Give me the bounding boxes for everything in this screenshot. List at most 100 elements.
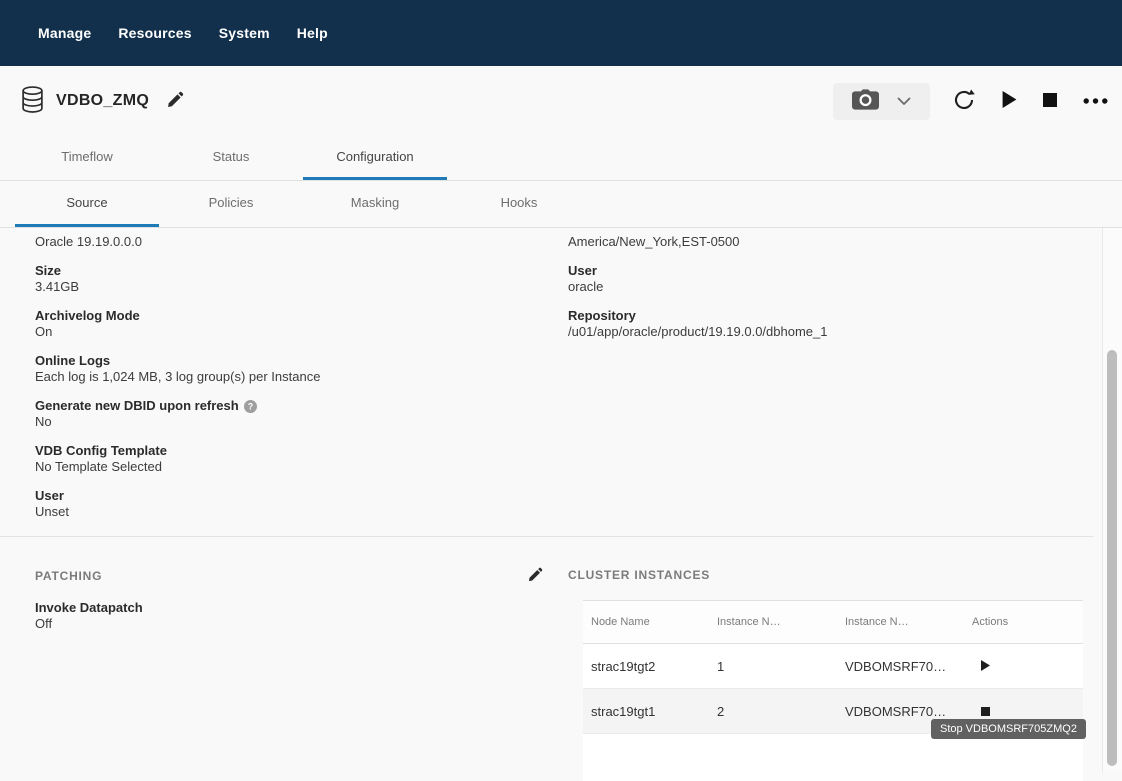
start-instance-button[interactable]	[981, 659, 990, 674]
edit-name-button[interactable]	[167, 91, 184, 111]
table-empty-area	[583, 734, 1083, 781]
configuration-subtabs: Source Policies Masking Hooks	[0, 181, 1122, 228]
field-env-user: User oracle	[568, 263, 1122, 295]
ellipsis-icon	[1083, 94, 1108, 109]
field-label: User	[35, 488, 568, 504]
stop-instance-tooltip: Stop VDBOMSRF705ZMQ2	[931, 719, 1086, 739]
column-header-instance-number: Instance N…	[709, 616, 837, 628]
field-oracle-version: Oracle 19.19.0.0.0	[35, 234, 568, 250]
subtab-masking[interactable]: Masking	[303, 181, 447, 227]
cell-node-name: strac19tgt2	[583, 659, 709, 674]
title-actions	[833, 83, 1108, 120]
section-divider	[0, 536, 1093, 537]
tab-timeflow[interactable]: Timeflow	[15, 136, 159, 180]
field-label: Archivelog Mode	[35, 308, 568, 324]
field-value: 3.41GB	[35, 279, 568, 295]
start-vdb-button[interactable]	[1002, 91, 1017, 111]
field-label: Online Logs	[35, 353, 568, 369]
field-label: Generate new DBID upon refresh	[35, 398, 239, 414]
main-tabs: Timeflow Status Configuration	[0, 136, 1122, 181]
cell-instance-number: 1	[709, 659, 837, 674]
field-archivelog-mode: Archivelog Mode On	[35, 308, 568, 340]
refresh-button[interactable]	[952, 88, 976, 115]
source-right-column: America/New_York,EST-0500 User oracle Re…	[568, 234, 1122, 533]
chevron-down-icon	[897, 94, 911, 109]
help-icon[interactable]: ?	[244, 400, 257, 413]
field-label: Repository	[568, 308, 1122, 324]
field-value: No	[35, 414, 568, 430]
play-icon	[1002, 91, 1017, 111]
stop-icon	[981, 704, 990, 719]
patching-section: PATCHING Invoke Datapatch Off	[35, 567, 568, 781]
field-online-logs: Online Logs Each log is 1,024 MB, 3 log …	[35, 353, 568, 385]
stop-vdb-button[interactable]	[1043, 93, 1057, 110]
field-value: Oracle 19.19.0.0.0	[35, 234, 568, 250]
source-left-column: Oracle 19.19.0.0.0 Size 3.41GB Archivelo…	[35, 234, 568, 533]
patching-section-title: PATCHING	[35, 568, 102, 584]
subtab-source[interactable]: Source	[15, 181, 159, 227]
cluster-instances-section: CLUSTER INSTANCES Node Name Instance N… …	[568, 567, 1122, 781]
play-icon	[981, 659, 990, 674]
page-title: VDBO_ZMQ	[56, 92, 149, 110]
column-header-node-name: Node Name	[583, 616, 709, 628]
source-panel: Oracle 19.19.0.0.0 Size 3.41GB Archivelo…	[0, 228, 1122, 772]
stop-icon	[1043, 93, 1057, 110]
field-generate-dbid: Generate new DBID upon refresh ? No	[35, 398, 568, 430]
cell-node-name: strac19tgt1	[583, 704, 709, 719]
column-header-instance-name: Instance N…	[837, 616, 964, 628]
bottom-sections: PATCHING Invoke Datapatch Off	[35, 567, 1122, 781]
field-invoke-datapatch: Invoke Datapatch Off	[35, 600, 568, 632]
field-label: VDB Config Template	[35, 443, 568, 459]
pencil-icon	[528, 567, 543, 585]
svg-text:?: ?	[247, 401, 253, 411]
snapshot-dropdown-button[interactable]	[897, 94, 911, 109]
field-size: Size 3.41GB	[35, 263, 568, 295]
refresh-icon	[952, 88, 976, 115]
field-value: America/New_York,EST-0500	[568, 234, 1122, 250]
cell-instance-name: VDBOMSRF70…	[837, 704, 964, 719]
snapshot-camera-button[interactable]	[852, 89, 879, 113]
field-value: /u01/app/oracle/product/19.19.0.0/dbhome…	[568, 324, 1122, 340]
edit-patching-button[interactable]	[528, 567, 543, 585]
cell-instance-name: VDBOMSRF70…	[837, 659, 964, 674]
cluster-instances-title: CLUSTER INSTANCES	[568, 567, 710, 583]
field-label: Invoke Datapatch	[35, 600, 568, 616]
more-actions-button[interactable]	[1083, 94, 1108, 109]
tab-status[interactable]: Status	[159, 136, 303, 180]
subtab-hooks[interactable]: Hooks	[447, 181, 591, 227]
field-value: Off	[35, 616, 568, 632]
cell-instance-number: 2	[709, 704, 837, 719]
scrollbar-thumb[interactable]	[1107, 350, 1117, 766]
nav-system[interactable]: System	[219, 25, 270, 41]
tab-configuration[interactable]: Configuration	[303, 136, 447, 180]
top-navbar: Manage Resources System Help	[0, 0, 1122, 66]
field-label: Size	[35, 263, 568, 279]
field-value: No Template Selected	[35, 459, 568, 475]
subtab-policies[interactable]: Policies	[159, 181, 303, 227]
table-header-row: Node Name Instance N… Instance N… Action…	[583, 600, 1083, 644]
source-detail-columns: Oracle 19.19.0.0.0 Size 3.41GB Archivelo…	[35, 234, 1122, 533]
vertical-scrollbar[interactable]	[1102, 228, 1122, 772]
stop-instance-button[interactable]	[981, 704, 990, 719]
nav-resources[interactable]: Resources	[118, 25, 191, 41]
title-bar: VDBO_ZMQ	[0, 66, 1122, 136]
field-user-unset: User Unset	[35, 488, 568, 520]
field-value: oracle	[568, 279, 1122, 295]
pencil-icon	[167, 91, 184, 111]
field-value: Unset	[35, 504, 568, 520]
cluster-instances-table: Node Name Instance N… Instance N… Action…	[583, 600, 1083, 781]
camera-icon	[852, 89, 879, 113]
nav-manage[interactable]: Manage	[38, 25, 91, 41]
page: Manage Resources System Help VDBO_ZMQ	[0, 0, 1122, 772]
field-repository: Repository /u01/app/oracle/product/19.19…	[568, 308, 1122, 340]
snapshot-button-group	[833, 83, 930, 120]
database-icon	[20, 85, 45, 120]
nav-help[interactable]: Help	[297, 25, 328, 41]
field-label: User	[568, 263, 1122, 279]
field-timezone: America/New_York,EST-0500	[568, 234, 1122, 250]
column-header-actions: Actions	[964, 616, 1083, 628]
table-row[interactable]: strac19tgt2 1 VDBOMSRF70…	[583, 644, 1083, 689]
field-vdb-config-template: VDB Config Template No Template Selected	[35, 443, 568, 475]
field-value: Each log is 1,024 MB, 3 log group(s) per…	[35, 369, 568, 385]
field-value: On	[35, 324, 568, 340]
